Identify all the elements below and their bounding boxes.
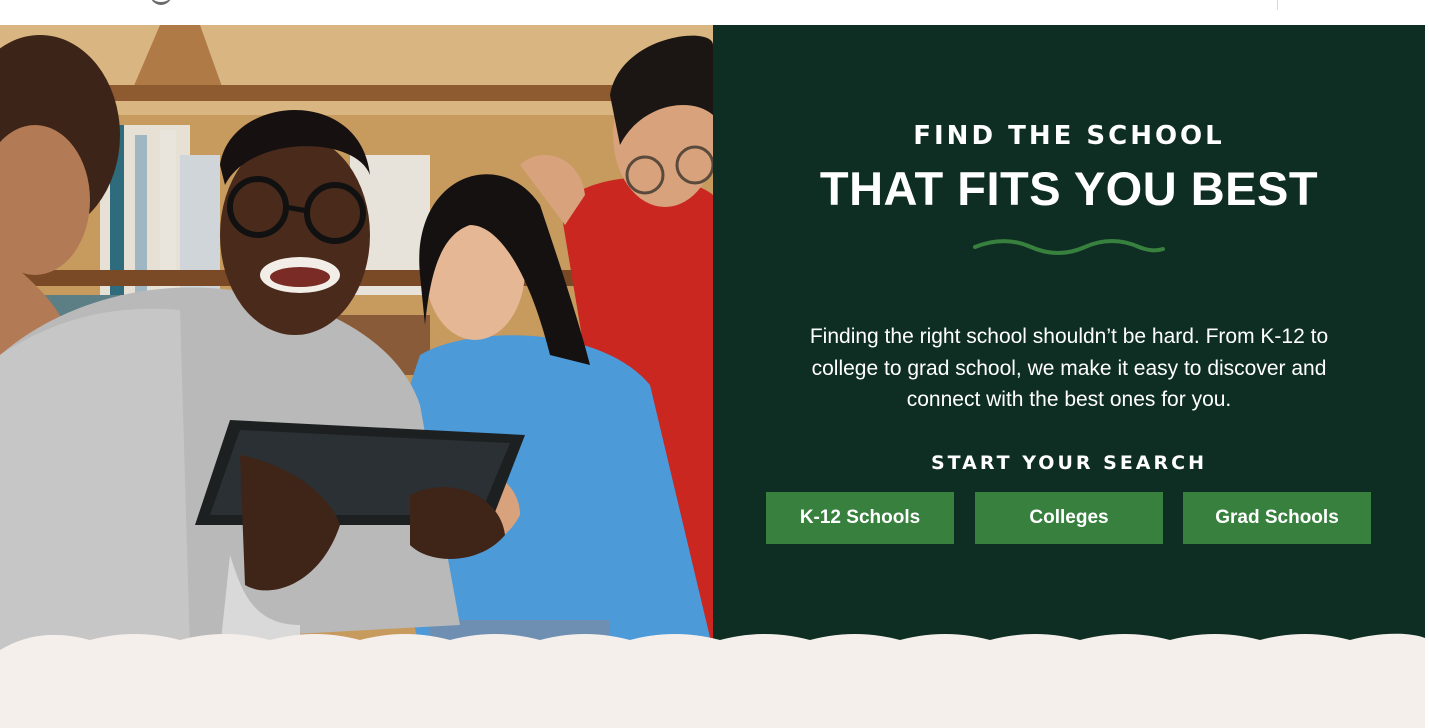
- hero-headline: THAT FITS YOU BEST: [819, 162, 1319, 215]
- hero-photo-illustration: [0, 25, 713, 650]
- k12-schools-button[interactable]: K-12 Schools: [766, 492, 954, 544]
- colleges-button[interactable]: Colleges: [975, 492, 1163, 544]
- wave-divider: [0, 633, 1425, 652]
- top-navigation-bar: [0, 0, 1425, 25]
- site-logo[interactable]: [150, 0, 172, 5]
- squiggle-divider-icon: [973, 239, 1165, 255]
- nav-divider: [1277, 0, 1278, 10]
- lower-section-background: [0, 650, 1425, 728]
- hero-content-panel: FIND THE SCHOOL THAT FITS YOU BEST Findi…: [713, 25, 1425, 650]
- hero-photo-students-with-tablet: [0, 25, 713, 650]
- grad-schools-button[interactable]: Grad Schools: [1183, 492, 1371, 544]
- hero-description: Finding the right school shouldn’t be ha…: [809, 325, 1329, 411]
- page-scroll-gutter: [1425, 0, 1429, 728]
- hero-section: FIND THE SCHOOL THAT FITS YOU BEST Findi…: [0, 25, 1425, 650]
- search-label: START YOUR SEARCH: [931, 452, 1207, 474]
- hero-kicker: FIND THE SCHOOL: [913, 121, 1225, 151]
